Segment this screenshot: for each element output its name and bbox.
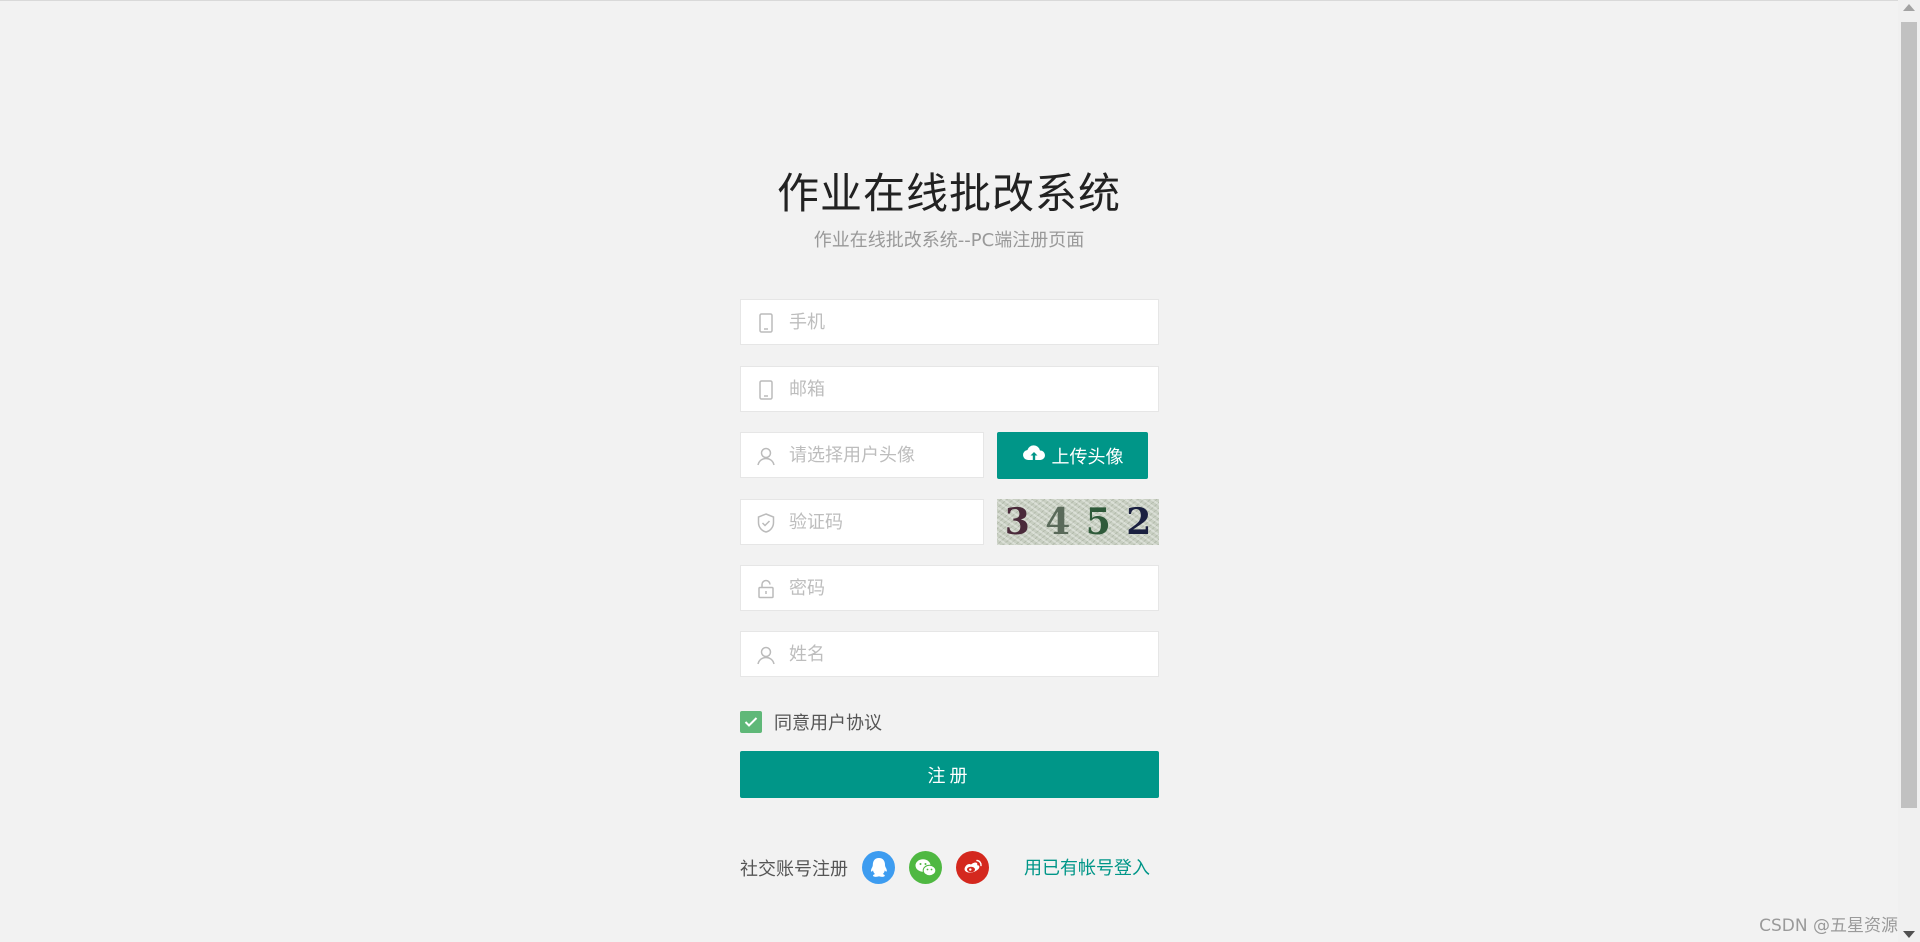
register-page: 作业在线批改系统 作业在线批改系统--PC端注册页面 上传头像 3 xyxy=(0,0,1920,942)
vertical-scrollbar[interactable] xyxy=(1898,0,1920,942)
mobile-icon xyxy=(755,312,777,334)
register-button[interactable]: 注册 xyxy=(740,751,1159,798)
agree-checkbox[interactable] xyxy=(740,711,762,733)
watermark: CSDN @五星资源 xyxy=(1759,916,1898,936)
qq-icon[interactable] xyxy=(862,851,895,884)
email-input[interactable] xyxy=(789,367,1146,411)
agree-label[interactable]: 同意用户协议 xyxy=(774,709,882,735)
user-icon xyxy=(755,644,777,666)
page-subtitle: 作业在线批改系统--PC端注册页面 xyxy=(813,230,1085,251)
scrollbar-thumb[interactable] xyxy=(1901,22,1917,808)
captcha-field[interactable] xyxy=(740,499,984,545)
phone-field[interactable] xyxy=(740,299,1159,345)
cloud-upload-icon xyxy=(1022,443,1046,468)
captcha-digit: 2 xyxy=(1126,501,1152,543)
captcha-digit: 5 xyxy=(1085,501,1111,543)
upload-avatar-label: 上传头像 xyxy=(1051,446,1124,468)
password-input[interactable] xyxy=(789,566,1146,610)
upload-avatar-button[interactable]: 上传头像 xyxy=(997,432,1148,479)
wechat-icon[interactable] xyxy=(909,851,942,884)
agreement-row: 同意用户协议 xyxy=(740,709,882,735)
avatar-input[interactable] xyxy=(789,433,971,477)
captcha-image[interactable]: 3 4 5 2 xyxy=(997,499,1159,545)
scroll-down-arrow-icon[interactable] xyxy=(1903,931,1915,938)
mobile-icon xyxy=(755,379,777,401)
social-register-label: 社交账号注册 xyxy=(740,858,848,880)
top-divider xyxy=(0,0,1920,1)
user-icon xyxy=(755,445,777,467)
page-title: 作业在线批改系统 xyxy=(776,169,1121,218)
shield-icon xyxy=(755,512,777,534)
social-register: 社交账号注册 xyxy=(740,851,989,884)
weibo-icon[interactable] xyxy=(956,851,989,884)
avatar-field[interactable] xyxy=(740,432,984,478)
captcha-digit: 3 xyxy=(1004,501,1030,543)
check-icon xyxy=(744,717,758,727)
captcha-digit: 4 xyxy=(1045,501,1071,543)
name-input[interactable] xyxy=(789,632,1146,676)
name-field[interactable] xyxy=(740,631,1159,677)
email-field[interactable] xyxy=(740,366,1159,412)
password-field[interactable] xyxy=(740,565,1159,611)
scroll-up-arrow-icon[interactable] xyxy=(1903,4,1915,11)
phone-input[interactable] xyxy=(789,300,1146,344)
lock-icon xyxy=(755,578,777,600)
captcha-input[interactable] xyxy=(789,500,971,544)
login-existing-account-link[interactable]: 用已有帐号登入 xyxy=(1024,854,1150,880)
